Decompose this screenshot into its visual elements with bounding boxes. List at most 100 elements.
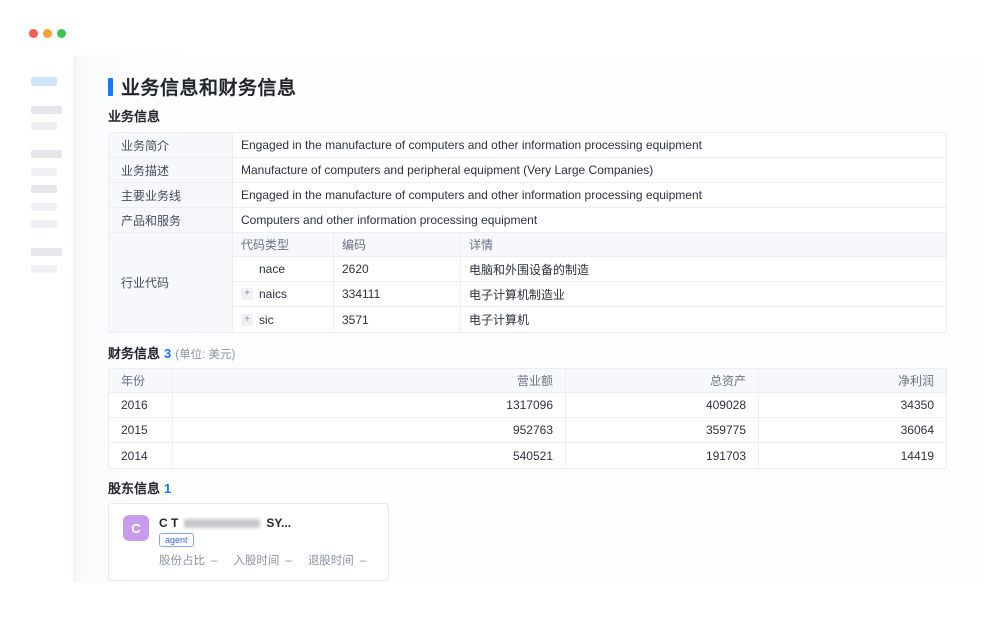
title-accent-bar bbox=[108, 78, 113, 96]
redacted-name-blur bbox=[184, 519, 260, 528]
code-type: naics bbox=[259, 287, 287, 301]
code-detail-cell: 电子计算机制造业 bbox=[461, 282, 946, 306]
table-row: + naics 334111 电子计算机制造业 bbox=[233, 282, 946, 307]
sidebar-skeleton-bar bbox=[31, 203, 57, 211]
expand-icon[interactable]: + bbox=[241, 288, 253, 300]
industry-codes-row: 行业代码 代码类型 编码 详情 nace 2620 电脑和外围设备的制造 bbox=[109, 233, 946, 332]
expand-icon[interactable]: + bbox=[241, 314, 253, 326]
column-header: 代码类型 bbox=[233, 233, 334, 256]
share-ratio-field: 股份占比– bbox=[159, 552, 217, 568]
profit-cell: 14419 bbox=[759, 443, 946, 468]
shareholder-fields: 股份占比– 入股时间– 退股时间– bbox=[159, 552, 366, 568]
code-type-cell: nace bbox=[233, 257, 334, 281]
sidebar-skeleton-bar bbox=[31, 265, 57, 273]
assets-cell: 191703 bbox=[566, 443, 759, 468]
sidebar-skeleton-bar bbox=[31, 122, 57, 130]
industry-codes-table: 代码类型 编码 详情 nace 2620 电脑和外围设备的制造 + naics bbox=[233, 233, 946, 332]
column-header: 编码 bbox=[334, 233, 461, 256]
business-section-title-text: 业务信息 bbox=[108, 109, 160, 124]
row-label: 行业代码 bbox=[109, 233, 233, 332]
field-label: 入股时间 bbox=[233, 555, 279, 567]
sidebar-skeleton-bar bbox=[31, 185, 57, 193]
row-value: Engaged in the manufacture of computers … bbox=[233, 133, 946, 157]
code-type-cell: + naics bbox=[233, 282, 334, 306]
business-section-title: 业务信息 bbox=[108, 106, 160, 125]
sidebar-skeleton-bar bbox=[31, 168, 57, 176]
revenue-cell: 1317096 bbox=[173, 393, 566, 417]
finance-unit-note: (单位: 美元) bbox=[175, 349, 235, 361]
year-cell: 2015 bbox=[109, 418, 173, 442]
finance-section-title: 财务信息 3 (单位: 美元) bbox=[108, 343, 235, 362]
table-row: 2014 540521 191703 14419 bbox=[109, 443, 946, 468]
column-header-revenue: 营业额 bbox=[173, 369, 566, 392]
shareholder-section-title: 股东信息 1 bbox=[108, 478, 171, 497]
row-label: 业务简介 bbox=[109, 133, 233, 157]
agent-tag: agent bbox=[159, 533, 194, 547]
business-info-table: 业务简介 Engaged in the manufacture of compu… bbox=[108, 132, 947, 333]
column-header-profit: 净利润 bbox=[759, 369, 946, 392]
window-close-button[interactable] bbox=[29, 29, 38, 38]
sidebar-skeleton-bar bbox=[31, 220, 57, 228]
year-cell: 2014 bbox=[109, 443, 173, 468]
code-type: sic bbox=[259, 313, 274, 327]
sidebar-item-active[interactable] bbox=[31, 77, 57, 86]
page-title: 业务信息和财务信息 bbox=[121, 73, 297, 100]
column-header-assets: 总资产 bbox=[566, 369, 759, 392]
table-row: 主要业务线 Engaged in the manufacture of comp… bbox=[109, 183, 946, 208]
column-header: 详情 bbox=[461, 233, 946, 256]
sidebar-skeleton-bar bbox=[31, 248, 62, 256]
field-value: – bbox=[360, 555, 366, 567]
code-type: nace bbox=[259, 262, 285, 276]
row-value: Manufacture of computers and peripheral … bbox=[233, 158, 946, 182]
table-row: 2016 1317096 409028 34350 bbox=[109, 393, 946, 418]
code-detail-cell: 电子计算机 bbox=[461, 307, 946, 332]
code-cell: 3571 bbox=[334, 307, 461, 332]
code-type-cell: + sic bbox=[233, 307, 334, 332]
profit-cell: 34350 bbox=[759, 393, 946, 417]
row-label: 产品和服务 bbox=[109, 208, 233, 232]
assets-cell: 359775 bbox=[566, 418, 759, 442]
shareholder-section-title-text: 股东信息 bbox=[108, 481, 160, 496]
column-header-year: 年份 bbox=[109, 369, 173, 392]
shareholder-name: C T SY... bbox=[159, 516, 291, 530]
table-row: 业务描述 Manufacture of computers and periph… bbox=[109, 158, 946, 183]
table-row: 2015 952763 359775 36064 bbox=[109, 418, 946, 443]
field-label: 退股时间 bbox=[308, 555, 354, 567]
shareholder-count-badge: 1 bbox=[164, 481, 171, 496]
row-label: 主要业务线 bbox=[109, 183, 233, 207]
page-title-row: 业务信息和财务信息 bbox=[108, 73, 297, 100]
assets-cell: 409028 bbox=[566, 393, 759, 417]
sidebar-skeleton-bar bbox=[31, 106, 62, 114]
revenue-cell: 540521 bbox=[173, 443, 566, 468]
row-value: Computers and other information processi… bbox=[233, 208, 946, 232]
exit-date-field: 退股时间– bbox=[308, 552, 366, 568]
join-date-field: 入股时间– bbox=[233, 552, 291, 568]
finance-section-title-text: 财务信息 bbox=[108, 346, 160, 361]
profit-cell: 36064 bbox=[759, 418, 946, 442]
code-cell: 334111 bbox=[334, 282, 461, 306]
expand-spacer bbox=[241, 263, 253, 275]
field-value: – bbox=[211, 555, 217, 567]
row-value: Engaged in the manufacture of computers … bbox=[233, 183, 946, 207]
table-header-row: 年份 营业额 总资产 净利润 bbox=[109, 369, 946, 393]
code-cell: 2620 bbox=[334, 257, 461, 281]
financial-table: 年份 营业额 总资产 净利润 2016 1317096 409028 34350… bbox=[108, 368, 947, 469]
sidebar-skeleton-bar bbox=[31, 150, 62, 158]
field-value: – bbox=[285, 555, 291, 567]
window-zoom-button[interactable] bbox=[57, 29, 66, 38]
shareholder-name-suffix: SY... bbox=[266, 516, 291, 530]
app-window: 业务信息和财务信息 业务信息 业务简介 Engaged in the manuf… bbox=[0, 0, 1000, 629]
shareholder-card[interactable]: C C T SY... agent 股份占比– 入股时间– 退股时间– bbox=[108, 503, 389, 581]
codes-header-row: 代码类型 编码 详情 bbox=[233, 233, 946, 257]
finance-count-badge: 3 bbox=[164, 346, 171, 361]
table-row: nace 2620 电脑和外围设备的制造 bbox=[233, 257, 946, 282]
field-label: 股份占比 bbox=[159, 555, 205, 567]
table-row: 业务简介 Engaged in the manufacture of compu… bbox=[109, 133, 946, 158]
code-detail-cell: 电脑和外围设备的制造 bbox=[461, 257, 946, 281]
year-cell: 2016 bbox=[109, 393, 173, 417]
avatar: C bbox=[123, 515, 149, 541]
shareholder-name-prefix: C T bbox=[159, 516, 178, 530]
table-row: + sic 3571 电子计算机 bbox=[233, 307, 946, 332]
row-label: 业务描述 bbox=[109, 158, 233, 182]
window-minimize-button[interactable] bbox=[43, 29, 52, 38]
